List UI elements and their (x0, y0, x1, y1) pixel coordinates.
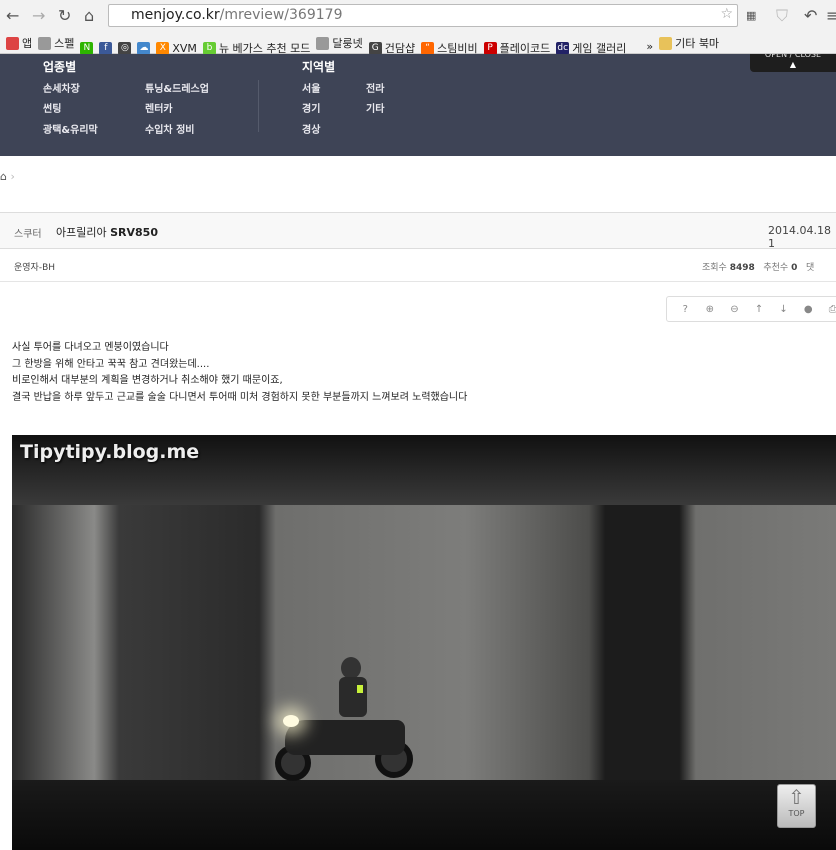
post-date: 2014.04.18 1 (768, 224, 831, 250)
nav-item[interactable]: 손세차장 (43, 80, 80, 95)
nav-item[interactable]: 렌터카 (145, 100, 173, 115)
bookmark-icon: dc (556, 41, 570, 55)
bookmark-item[interactable]: 달룽넷 (316, 35, 363, 51)
bookmarks-overflow-button[interactable]: » (646, 40, 653, 53)
back-icon[interactable]: ← (6, 6, 19, 25)
url-host: menjoy.co.kr (131, 7, 220, 23)
post-header: 스쿠터 아프릴리아 SRV850 2014.04.18 1 (0, 212, 836, 250)
extension-icon[interactable]: ▦ (746, 9, 756, 22)
bookmark-icon: N (80, 41, 94, 55)
category-nav: 업종별 손세차장 썬팅 광택&유리막 튜닝&드레스업 렌터카 수입차 정비 지역… (0, 54, 836, 156)
url-path: /mreview/369179 (219, 7, 343, 23)
bookmark-label: XVM (172, 41, 197, 55)
bookmark-icon: P (483, 41, 497, 55)
post-stats: 조회수 8498 추천수 0 댓 (702, 260, 814, 273)
region-heading: 지역별 (302, 60, 336, 74)
nav-item[interactable]: 전라 (366, 80, 384, 95)
bookmark-icon: G (368, 41, 382, 55)
post-info: 운영자-BH 조회수 8498 추천수 0 댓 (0, 249, 836, 282)
post-author[interactable]: 운영자-BH (14, 260, 55, 273)
post-body: 사실 투어를 다녀오고 멘붕이였습니다 그 한방을 위해 안타고 꾹꾹 참고 견… (12, 340, 467, 406)
forward-icon[interactable]: → (32, 6, 45, 25)
nav-item[interactable]: 서울 (302, 80, 320, 95)
bookmark-item[interactable]: 스펠 (38, 35, 74, 51)
bookmark-icon: ☁ (137, 41, 151, 55)
print-icon[interactable]: ⎙ (820, 304, 836, 315)
arrow-up-icon: ⇧ (788, 785, 805, 809)
body-line: 비로인해서 대부분의 계획을 변경하거나 취소해야 했기 때문이죠, (12, 375, 283, 386)
title-model: SRV850 (110, 226, 158, 239)
bookmark-item[interactable]: 앱 (6, 35, 32, 51)
bookmark-icon: ◎ (118, 41, 132, 55)
comments-label: 댓 (805, 263, 815, 273)
nav-item[interactable]: 썬팅 (43, 100, 61, 115)
bookmark-item[interactable]: X XVM (156, 41, 197, 55)
shield-icon[interactable]: ⛉ (776, 6, 788, 26)
undo-icon[interactable]: ↶ (804, 6, 817, 25)
arrow-down-icon[interactable]: ↓ (771, 304, 796, 315)
nav-item[interactable]: 튜닝&드레스업 (145, 80, 209, 95)
chevron-up-icon: ▲ (789, 60, 797, 69)
bookmark-item[interactable]: ☁ (137, 41, 151, 55)
nav-divider (258, 80, 259, 132)
recs-label: 추천수 (763, 263, 789, 273)
bookmark-icon: “ (421, 41, 435, 55)
zoom-out-icon[interactable]: ⊖ (722, 304, 747, 315)
photo-floor (12, 780, 836, 850)
bookmark-icon (38, 36, 52, 50)
scroll-top-button[interactable]: ⇧ TOP (777, 784, 816, 828)
other-bookmarks-folder[interactable]: 기타 북마 (659, 35, 719, 51)
help-icon[interactable]: ? (673, 304, 698, 315)
post-tools: ? ⊕ ⊖ ↑ ↓ ● ⎙ (666, 296, 836, 322)
views-label: 조회수 (702, 263, 727, 273)
bookmark-item[interactable]: f (99, 41, 113, 55)
body-line: 그 한방을 위해 안타고 꾹꾹 참고 견뎌왔는데.... (12, 358, 210, 370)
bookmark-label: 스펠 (54, 37, 75, 50)
bookmark-icon (316, 36, 330, 50)
bookmark-label: 앱 (22, 37, 33, 50)
bookmarks-bar: 앱 스펠 Nf ◎ ☁ X XVM b 뉴 베가스 추천 모드 달룽넷 G 건담샵 “스팀비비 P 플레이코… (0, 31, 836, 55)
category-heading: 업종별 (43, 60, 77, 74)
nav-item[interactable]: 수입차 정비 (145, 121, 194, 136)
comment-icon[interactable]: ● (796, 304, 821, 315)
home-icon[interactable]: ⌂ (84, 6, 94, 25)
bookmark-icon: f (99, 41, 113, 55)
body-line: 결국 반납을 하루 앞두고 근교를 술술 다니면서 투어때 미처 경험하지 못한… (12, 391, 468, 403)
nav-item[interactable]: 경기 (302, 100, 320, 115)
bookmark-icon (6, 36, 19, 50)
folder-icon (659, 36, 673, 50)
browser-toolbar: ← → ↻ ⌂ menjoy.co.kr/mreview/369179 ☆ ▦ … (0, 0, 836, 31)
star-icon[interactable]: ☆ (720, 6, 733, 22)
bookmark-icon: b (202, 41, 216, 55)
breadcrumb: ⌂ › (0, 170, 15, 183)
chevron-right-icon: › (10, 170, 15, 183)
body-line: 사실 투어를 다녀오고 멘붕이였습니다 (12, 342, 169, 353)
menu-icon[interactable]: ≡ (826, 6, 836, 25)
nav-item[interactable]: 경상 (302, 121, 320, 136)
recs-count: 0 (791, 263, 798, 273)
nav-item[interactable]: 광택&유리막 (43, 121, 98, 136)
folder-label: 기타 북마 (675, 37, 720, 50)
top-label: TOP (788, 809, 805, 818)
reload-icon[interactable]: ↻ (58, 6, 71, 25)
home-icon[interactable]: ⌂ (0, 170, 7, 183)
post-title: 아프릴리아 SRV850 (56, 224, 158, 240)
arrow-up-icon[interactable]: ↑ (747, 304, 772, 315)
bookmark-item[interactable]: ◎ (118, 41, 132, 55)
motorcycle-image (275, 657, 415, 781)
views-count: 8498 (729, 263, 755, 273)
nav-item[interactable]: 기타 (366, 100, 384, 115)
bookmark-item[interactable]: N (80, 41, 94, 55)
nav-toggle-button[interactable]: OPEN / CLOSE ▲ (750, 54, 836, 72)
post-photo: Tipytipy.blog.me (12, 435, 836, 850)
post-category[interactable]: 스쿠터 (14, 225, 42, 240)
bookmark-icon: X (156, 41, 170, 55)
address-bar[interactable]: menjoy.co.kr/mreview/369179 ☆ (108, 4, 738, 27)
zoom-in-icon[interactable]: ⊕ (698, 304, 723, 315)
title-prefix: 아프릴리아 (56, 226, 107, 239)
bookmark-label: 달룽넷 (332, 37, 363, 50)
photo-watermark: Tipytipy.blog.me (20, 441, 200, 463)
